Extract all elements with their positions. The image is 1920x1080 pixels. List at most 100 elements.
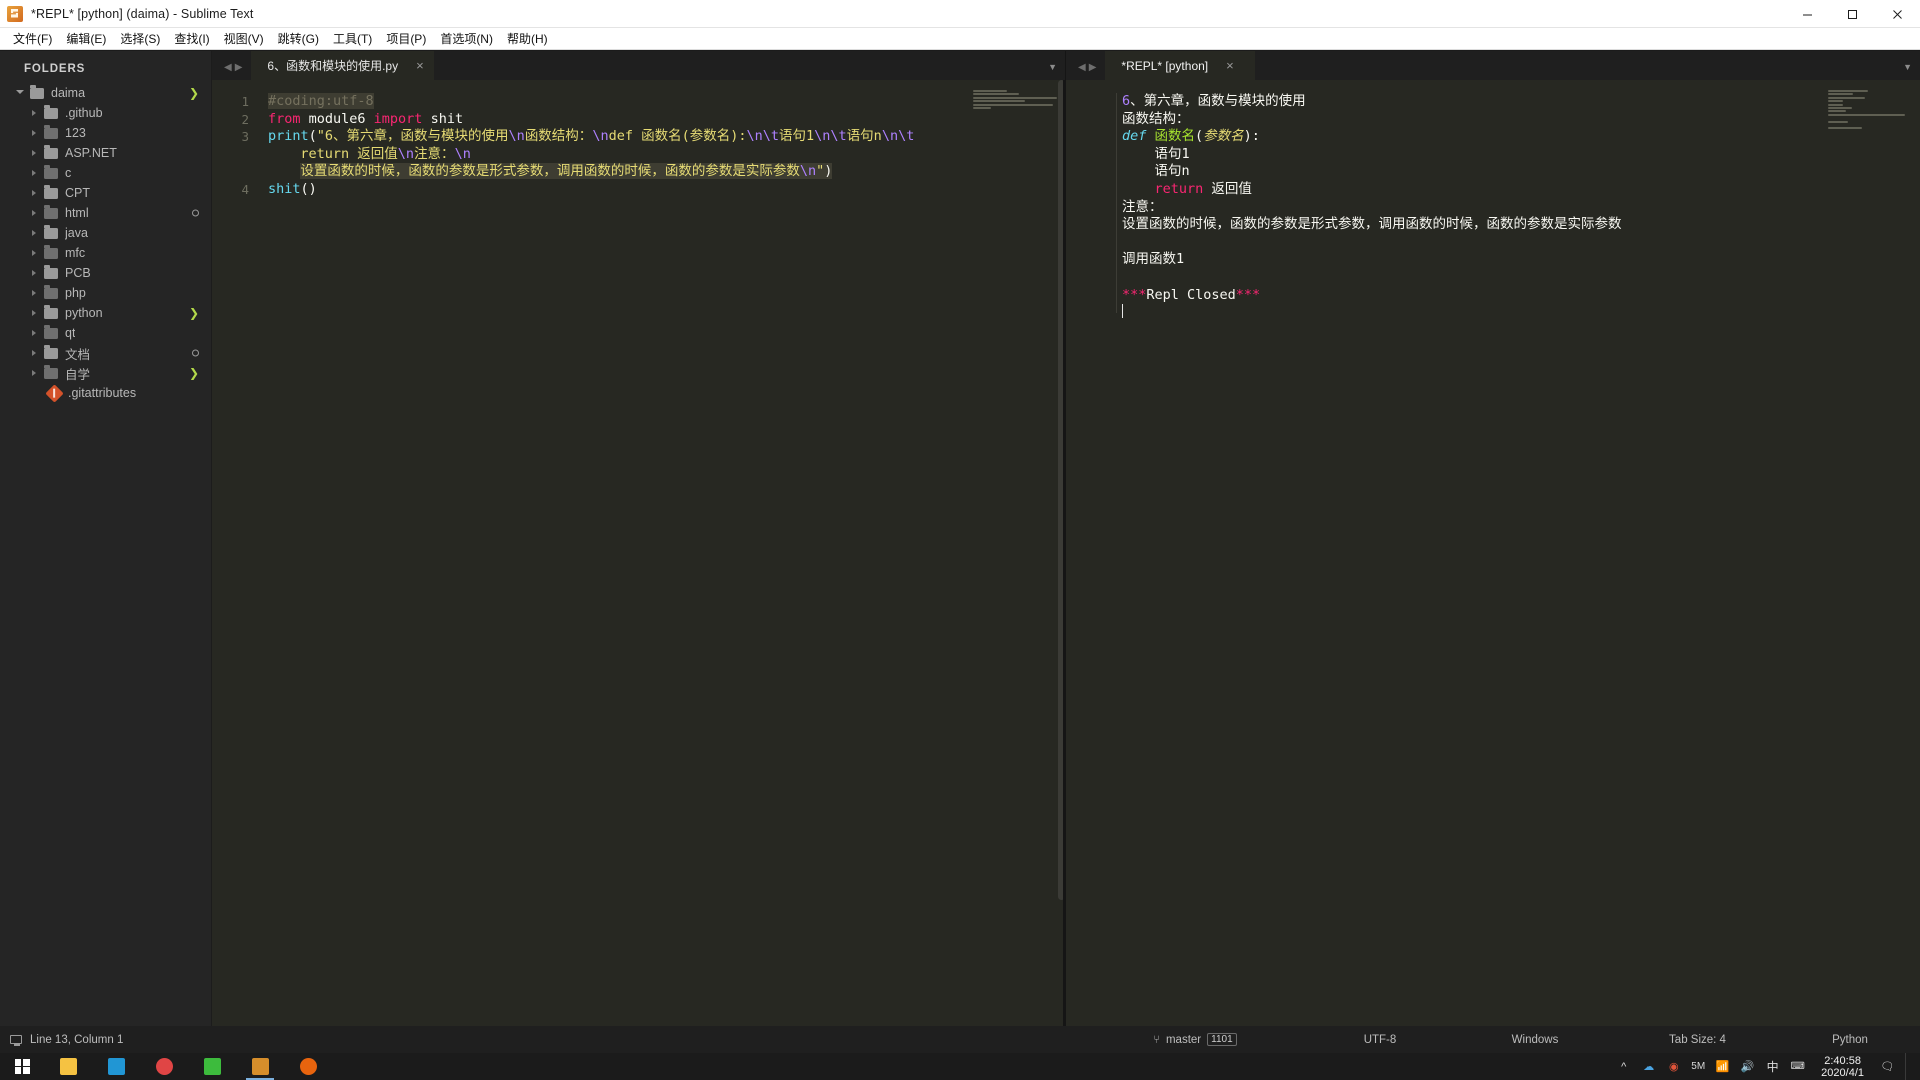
chevron-down-icon[interactable] <box>14 87 26 99</box>
tab-close-icon[interactable]: × <box>1226 59 1234 72</box>
chevron-right-icon[interactable] <box>28 287 40 299</box>
chevron-up-icon[interactable]: ^ <box>1616 1059 1631 1074</box>
tab-repl-python[interactable]: *REPL* [python] × <box>1105 51 1256 80</box>
right-tab-overflow-icon[interactable]: ▼ <box>1903 62 1912 72</box>
code-token: \t <box>762 128 780 145</box>
sidebar-item-html[interactable]: html <box>0 203 211 223</box>
menu-item-3[interactable]: 查找(I) <box>167 28 216 49</box>
right-tab-nav[interactable]: ◀ ▶ <box>1066 63 1105 80</box>
sidebar-item-python[interactable]: python ❯ <box>0 303 211 323</box>
speaker-icon[interactable]: 🔊 <box>1740 1059 1755 1074</box>
left-tab-nav[interactable]: ◀ ▶ <box>212 63 251 80</box>
network-speed-label[interactable]: 5M <box>1691 1059 1705 1074</box>
chevron-right-icon[interactable] <box>28 127 40 139</box>
sidebar-item-PCB[interactable]: PCB <box>0 263 211 283</box>
chevron-right-icon[interactable] <box>28 327 40 339</box>
file-explorer-icon[interactable] <box>44 1053 92 1080</box>
chevron-right-icon[interactable] <box>28 187 40 199</box>
tab-close-icon[interactable]: × <box>416 59 424 72</box>
left-tab-overflow-icon[interactable]: ▼ <box>1048 62 1057 72</box>
minimap[interactable] <box>973 90 1057 136</box>
ime-indicator[interactable]: 中 <box>1765 1059 1780 1074</box>
sidebar-item-c[interactable]: c <box>0 163 211 183</box>
sidebar-file-gitattributes[interactable]: .gitattributes <box>0 383 211 403</box>
chevron-right-icon[interactable] <box>28 167 40 179</box>
ime-mode-icon[interactable]: ⌨ <box>1790 1059 1805 1074</box>
sidebar-item-php[interactable]: php <box>0 283 211 303</box>
code-content[interactable]: #coding:utf-8 from module6 import shit pri… <box>268 93 1065 199</box>
notification-icon[interactable]: 🗨 <box>1880 1059 1895 1074</box>
sidebar-item-CPT[interactable]: CPT <box>0 183 211 203</box>
menu-item-4[interactable]: 视图(V) <box>217 28 271 49</box>
tab-repl-python-label: *REPL* [python] <box>1121 58 1209 73</box>
tab-prev-icon[interactable]: ◀ <box>224 63 232 73</box>
code-line[interactable]: shit() <box>268 181 1065 199</box>
sidebar-item-mfc[interactable]: mfc <box>0 243 211 263</box>
sidebar-item-.github[interactable]: .github <box>0 103 211 123</box>
windows-start-icon[interactable] <box>0 1053 44 1080</box>
repl-output[interactable]: 6、第六章，函数与模块的使用 函数结构： def 函数名(参数名): 语句1 语句n… <box>1066 80 1920 1026</box>
code-line[interactable]: print("6、第六章，函数与模块的使用\n函数结构：\ndef 函数名(参数… <box>268 128 1065 146</box>
menu-item-6[interactable]: 工具(T) <box>326 28 379 49</box>
status-encoding[interactable]: UTF-8 <box>1305 1034 1455 1046</box>
code-token: print <box>268 128 309 145</box>
menu-item-8[interactable]: 首选项(N) <box>433 28 500 49</box>
menu-item-1[interactable]: 编辑(E) <box>59 28 113 49</box>
code-line[interactable]: #coding:utf-8 <box>268 93 1065 111</box>
sidebar-item-ASP.NET[interactable]: ASP.NET <box>0 143 211 163</box>
media-player-icon[interactable] <box>140 1053 188 1080</box>
status-syntax[interactable]: Python <box>1780 1034 1920 1046</box>
chevron-right-icon[interactable] <box>28 307 40 319</box>
menu-item-5[interactable]: 跳转(G) <box>271 28 326 49</box>
maximize-button[interactable] <box>1830 0 1875 28</box>
status-line-endings[interactable]: Windows <box>1455 1034 1615 1046</box>
tab-next-icon[interactable]: ▶ <box>235 63 243 73</box>
wechat-icon[interactable] <box>188 1053 236 1080</box>
menu-item-2[interactable]: 选择(S) <box>113 28 167 49</box>
menu-item-7[interactable]: 项目(P) <box>379 28 433 49</box>
repl-content[interactable]: 6、第六章，函数与模块的使用 函数结构： def 函数名(参数名): 语句1 语句n… <box>1122 93 1920 322</box>
show-desktop-button[interactable] <box>1905 1053 1912 1080</box>
tab-file-py[interactable]: 6、函数和模块的使用.py × <box>251 51 434 80</box>
network-icon[interactable]: 📶 <box>1715 1059 1730 1074</box>
firefox-icon[interactable] <box>284 1053 332 1080</box>
chevron-right-icon[interactable] <box>28 367 40 379</box>
chevron-right-icon[interactable] <box>28 147 40 159</box>
pane-divider[interactable] <box>1063 80 1065 1026</box>
code-token: \n <box>799 163 817 180</box>
chevron-right-icon[interactable] <box>28 347 40 359</box>
code-line[interactable]: from module6 import shit <box>268 111 1065 129</box>
sidebar-item-文档[interactable]: 文档 <box>0 343 211 363</box>
git-branch-status[interactable]: ⑂ master 1101 <box>1085 1033 1305 1046</box>
taskbar-clock[interactable]: 2:40:58 2020/4/1 <box>1815 1055 1870 1079</box>
folder-icon <box>44 185 58 199</box>
sidebar-item-java[interactable]: java <box>0 223 211 243</box>
chevron-right-icon[interactable] <box>28 267 40 279</box>
code-editor[interactable]: 1234 #coding:utf-8 from module6 import sh… <box>212 80 1065 1026</box>
close-button[interactable] <box>1875 0 1920 28</box>
sublime-text-icon[interactable] <box>236 1053 284 1080</box>
minimize-button[interactable] <box>1785 0 1830 28</box>
sidebar-title: FOLDERS <box>24 63 86 75</box>
chevron-right-icon[interactable] <box>28 247 40 259</box>
browser-icon[interactable] <box>92 1053 140 1080</box>
minimap[interactable] <box>1828 90 1912 136</box>
code-line[interactable]: 设置函数的时候，函数的参数是形式参数，调用函数的时候，函数的参数是实际参数\n"… <box>268 163 1065 181</box>
sidebar-item-自学[interactable]: 自学 ❯ <box>0 363 211 383</box>
menu-item-9[interactable]: 帮助(H) <box>500 28 555 49</box>
sidebar-item-qt[interactable]: qt <box>0 323 211 343</box>
chevron-right-icon[interactable] <box>28 107 40 119</box>
repl-token: return <box>1154 180 1204 197</box>
shield-icon[interactable]: ◉ <box>1666 1059 1681 1074</box>
tab-next-icon[interactable]: ▶ <box>1089 63 1097 73</box>
sidebar-item-label: mfc <box>65 246 86 260</box>
chevron-right-icon[interactable] <box>28 207 40 219</box>
code-line[interactable]: return 返回值\n注意：\n <box>268 146 1065 164</box>
cloud-icon[interactable]: ☁ <box>1641 1059 1656 1074</box>
sidebar-item-123[interactable]: 123 <box>0 123 211 143</box>
tab-prev-icon[interactable]: ◀ <box>1078 63 1086 73</box>
status-tab-size[interactable]: Tab Size: 4 <box>1615 1034 1780 1046</box>
chevron-right-icon[interactable] <box>28 227 40 239</box>
sidebar-root-daima[interactable]: daima ❯ <box>0 83 211 103</box>
menu-item-0[interactable]: 文件(F) <box>6 28 59 49</box>
